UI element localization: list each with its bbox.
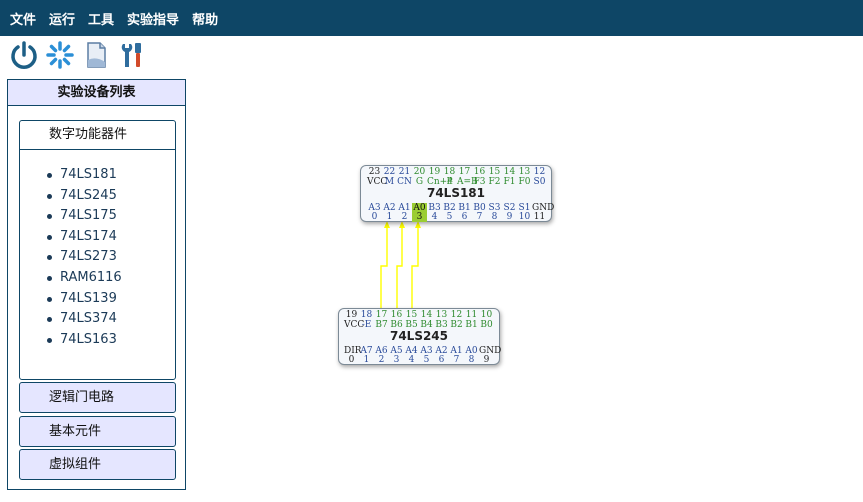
device-item-74ls163[interactable]: 74LS163 bbox=[47, 330, 175, 351]
pin-number: 9 bbox=[506, 212, 513, 222]
panel-basic-components[interactable]: 基本元件 bbox=[19, 416, 176, 447]
pin-number: 17 bbox=[458, 167, 471, 177]
chip-74ls181-top-numbers: 23 22 21 20 19 18 17 16 15 14 13 12 bbox=[367, 167, 547, 177]
pin-number: 4 bbox=[408, 355, 415, 365]
power-icon bbox=[11, 41, 37, 69]
device-list-sidebar: 实验设备列表 数字功能器件 74LS181 74LS245 74LS175 74… bbox=[7, 79, 186, 490]
chip-74ls181-bottom-numbers: 0 1 2 3 4 5 6 7 8 9 10 11 bbox=[367, 212, 547, 222]
chip-74ls181-name: 74LS181 bbox=[426, 186, 486, 200]
pin-number: 16 bbox=[473, 167, 486, 177]
pin-number: 18 bbox=[360, 310, 373, 320]
pin-number: 1 bbox=[363, 355, 370, 365]
pin-number: 10 bbox=[480, 310, 493, 320]
tools-button[interactable] bbox=[116, 39, 148, 71]
pin-number: 0 bbox=[371, 212, 378, 222]
pin-number: 7 bbox=[453, 355, 460, 365]
pin-number: 22 bbox=[383, 167, 396, 177]
device-item-74ls245[interactable]: 74LS245 bbox=[47, 186, 175, 207]
pin-number: 23 bbox=[368, 167, 381, 177]
wire-arrow-a0 bbox=[415, 221, 421, 228]
pin-number: 21 bbox=[398, 167, 411, 177]
pin-number: 16 bbox=[390, 310, 403, 320]
pin-number: 19 bbox=[428, 167, 441, 177]
pin-number: 15 bbox=[405, 310, 418, 320]
sidebar-title: 实验设备列表 bbox=[8, 80, 185, 106]
device-item-74ls273[interactable]: 74LS273 bbox=[47, 247, 175, 268]
toolbar bbox=[8, 39, 152, 71]
pin-number: 20 bbox=[413, 167, 426, 177]
pin-number: 2 bbox=[401, 212, 408, 222]
pin-number: 11 bbox=[465, 310, 478, 320]
pin-number: 0 bbox=[348, 355, 355, 365]
pin-number: 19 bbox=[345, 310, 358, 320]
device-item-ram6116[interactable]: RAM6116 bbox=[47, 268, 175, 289]
pin-number: 18 bbox=[443, 167, 456, 177]
menu-file[interactable]: 文件 bbox=[10, 9, 36, 28]
pin-number: 10 bbox=[518, 212, 531, 222]
pin-number: 11 bbox=[533, 212, 546, 222]
pin-number: 13 bbox=[435, 310, 448, 320]
chip-74ls181[interactable]: 23 22 21 20 19 18 17 16 15 14 13 12 VCC … bbox=[360, 165, 554, 222]
pin-number: 14 bbox=[420, 310, 433, 320]
menu-tools[interactable]: 工具 bbox=[88, 9, 114, 28]
loading-icon bbox=[46, 41, 74, 69]
pin-number: 15 bbox=[488, 167, 501, 177]
pin-number: 5 bbox=[423, 355, 430, 365]
pin-number: 2 bbox=[378, 355, 385, 365]
pin-number: 12 bbox=[533, 167, 546, 177]
pin-number: 6 bbox=[461, 212, 468, 222]
pin-number: 7 bbox=[476, 212, 483, 222]
pin-number: 1 bbox=[386, 212, 393, 222]
chip-74ls245-top-numbers: 19 18 17 16 15 14 13 12 11 10 bbox=[344, 310, 494, 320]
wire-a2-b7 bbox=[380, 223, 388, 310]
menu-experiment-guide[interactable]: 实验指导 bbox=[127, 9, 179, 28]
device-list: 74LS181 74LS245 74LS175 74LS174 74LS273 … bbox=[20, 150, 175, 350]
menu-help[interactable]: 帮助 bbox=[192, 9, 218, 28]
wire-arrow-a2 bbox=[384, 221, 390, 228]
wire-arrow-a1 bbox=[399, 221, 405, 228]
chip-74ls245-name: 74LS245 bbox=[389, 329, 449, 343]
wire-layer bbox=[380, 221, 421, 310]
pin-number: 17 bbox=[375, 310, 388, 320]
run-button[interactable] bbox=[44, 39, 76, 71]
pin-number: 13 bbox=[518, 167, 531, 177]
device-item-74ls181[interactable]: 74LS181 bbox=[47, 165, 175, 186]
pin-number: 4 bbox=[431, 212, 438, 222]
panel-virtual-components[interactable]: 虚拟组件 bbox=[19, 449, 176, 480]
panel-logic-gates[interactable]: 逻辑门电路 bbox=[19, 382, 176, 413]
pin-number: 14 bbox=[503, 167, 516, 177]
power-button[interactable] bbox=[8, 39, 40, 71]
device-item-74ls139[interactable]: 74LS139 bbox=[47, 289, 175, 310]
tools-icon bbox=[121, 43, 141, 67]
pin-number: 8 bbox=[468, 355, 475, 365]
device-item-74ls174[interactable]: 74LS174 bbox=[47, 227, 175, 248]
panel-digital-devices: 数字功能器件 74LS181 74LS245 74LS175 74LS174 7… bbox=[19, 120, 176, 380]
pin-number: 12 bbox=[450, 310, 463, 320]
pin-number: 3 bbox=[393, 355, 400, 365]
device-item-74ls374[interactable]: 74LS374 bbox=[47, 309, 175, 330]
document-button[interactable] bbox=[80, 39, 112, 71]
panel-digital-devices-header[interactable]: 数字功能器件 bbox=[20, 121, 175, 150]
wire-a1-b6 bbox=[396, 223, 403, 310]
menu-run[interactable]: 运行 bbox=[49, 9, 75, 28]
chip-74ls245-bottom-numbers: 0 1 2 3 4 5 6 7 8 9 bbox=[344, 355, 494, 365]
pin-number: 9 bbox=[483, 355, 490, 365]
pin-number-highlighted: 3 bbox=[412, 212, 427, 222]
menu-bar: 文件 运行 工具 实验指导 帮助 bbox=[0, 0, 863, 36]
pin-number: 6 bbox=[438, 355, 445, 365]
chip-74ls245[interactable]: 19 18 17 16 15 14 13 12 11 10 VCC -E B7 … bbox=[338, 308, 501, 365]
pin-number: 5 bbox=[446, 212, 453, 222]
circuit-canvas[interactable]: 23 22 21 20 19 18 17 16 15 14 13 12 VCC … bbox=[190, 40, 863, 502]
wire-a0-b5 bbox=[411, 223, 419, 310]
document-icon bbox=[87, 42, 106, 68]
pin-number: 8 bbox=[491, 212, 498, 222]
device-item-74ls175[interactable]: 74LS175 bbox=[47, 206, 175, 227]
